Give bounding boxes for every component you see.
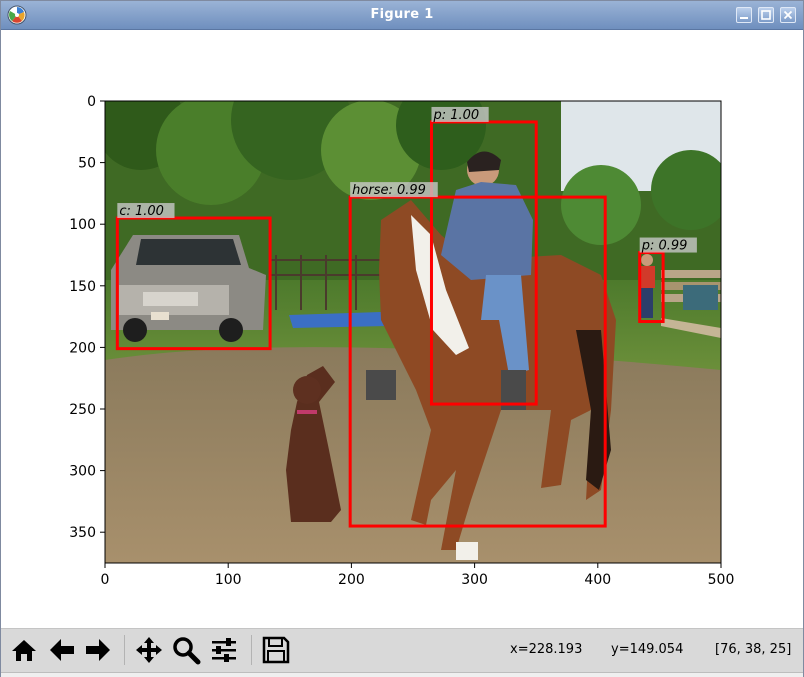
minimize-button[interactable] [736,7,752,23]
window-bottom-edge [1,672,803,677]
y-tick-label: 200 [69,340,96,356]
floppy-disk-icon [262,636,290,664]
cursor-y-readout: y=149.054 [611,642,684,657]
detection-label: c: 1.00 [119,204,164,219]
cursor-x-readout: x=228.193 [510,642,583,657]
maximize-icon [761,10,771,20]
save-button[interactable] [260,634,292,666]
back-button[interactable] [46,634,78,666]
y-tick-label: 250 [69,402,96,418]
photo-image [105,101,721,563]
x-tick-label: 400 [584,572,611,588]
figure-canvas[interactable]: p: 1.00 horse: 0.99 c: 1.00 p: 0.99 0 100 200… [1,30,803,628]
y-axis: 0 50 100 150 200 250 300 350 [69,94,105,541]
detection-label: horse: 0.99 [352,183,426,198]
y-tick-label: 0 [87,94,96,110]
navigation-toolbar: x=228.193 y=149.054 [76, 38, 25] [1,628,803,673]
pixel-rgb-readout: [76, 38, 25] [715,642,792,657]
maximize-button[interactable] [758,7,774,23]
forward-button[interactable] [82,634,114,666]
x-tick-label: 500 [708,572,735,588]
x-tick-label: 200 [338,572,365,588]
close-icon [783,10,793,20]
y-tick-label: 150 [69,279,96,295]
x-tick-label: 0 [101,572,110,588]
configure-subplots-button[interactable] [208,634,240,666]
sliders-icon [212,638,236,662]
minimize-icon [740,17,748,19]
home-button[interactable] [8,634,40,666]
close-button[interactable] [780,7,796,23]
toolbar-separator [124,635,125,665]
window-title: Figure 1 [370,7,434,22]
truck-shape [111,235,266,342]
zoom-button[interactable] [170,634,202,666]
x-tick-label: 100 [215,572,242,588]
pan-button[interactable] [133,634,165,666]
arrow-left-icon [50,639,74,661]
y-tick-label: 100 [69,217,96,233]
y-tick-label: 300 [69,464,96,480]
y-tick-label: 350 [69,525,96,541]
detection-label: p: 1.00 [432,108,479,123]
figure-window: Figure 1 p: 1.00 horse: 0.99 c: 1.00 p: … [0,0,804,677]
home-icon [12,640,36,661]
x-axis: 0 100 200 300 400 500 [101,563,735,588]
y-tick-label: 50 [78,156,96,172]
x-tick-label: 300 [461,572,488,588]
toolbar-separator [251,635,252,665]
detection-label: p: 0.99 [641,239,688,254]
move-arrows-icon [136,637,162,663]
arrow-right-icon [86,639,110,661]
magnifier-icon [173,637,201,665]
title-bar[interactable]: Figure 1 [1,1,803,30]
plot-area[interactable]: p: 1.00 horse: 0.99 c: 1.00 p: 0.99 0 100 200… [1,30,803,628]
